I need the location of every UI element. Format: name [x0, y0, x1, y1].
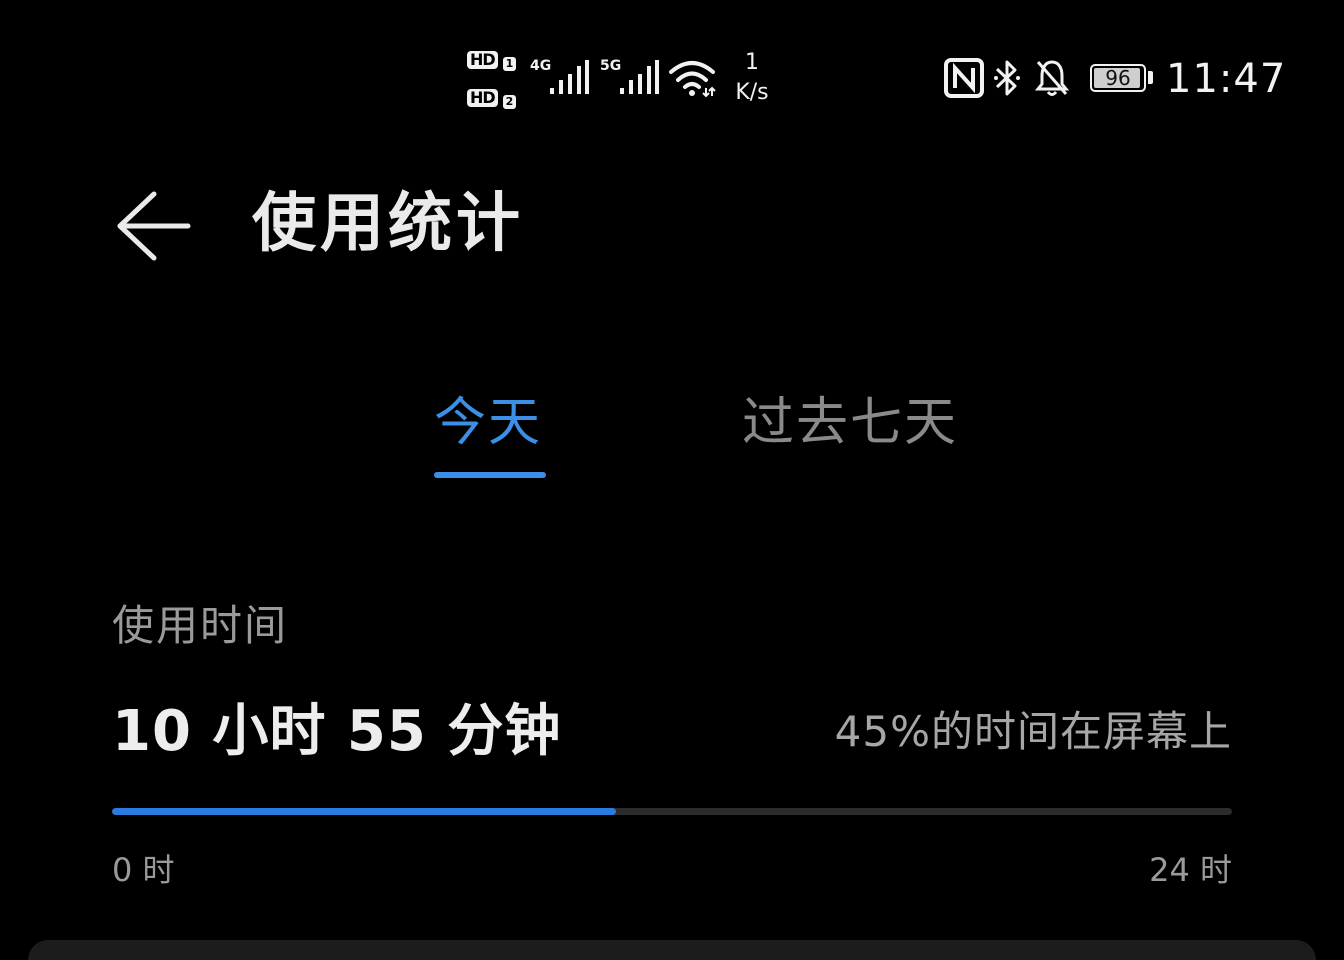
- signal-icon-2: [620, 60, 659, 94]
- hd-badge-2: HD: [467, 89, 498, 107]
- network-speed-value: 1: [745, 50, 759, 75]
- back-button[interactable]: [108, 180, 200, 272]
- tab-past-seven-days[interactable]: 过去七天: [742, 388, 958, 458]
- hd-badge-2-sub: 2: [503, 95, 516, 109]
- usage-progress-fill: [112, 808, 616, 815]
- usage-time-value: 10 小时 55 分钟: [112, 699, 562, 764]
- usage-progress-bar: [112, 808, 1232, 815]
- axis-start-label: 0 时: [112, 851, 175, 889]
- screen-time-percent: 45%的时间在屏幕上: [834, 707, 1232, 756]
- bell-off-icon: [1034, 60, 1070, 96]
- bottom-card-edge: [28, 940, 1316, 960]
- hd-badge-1: HD: [467, 51, 498, 69]
- status-clock: 11:47: [1166, 56, 1287, 102]
- bluetooth-icon: [994, 60, 1020, 96]
- signal-icon: [550, 60, 589, 94]
- wifi-icon: [669, 61, 716, 98]
- battery-tip: [1148, 71, 1153, 84]
- arrow-left-icon: [117, 191, 191, 261]
- usage-stats-screen: HD 1 HD 2 4G 5G 1 K/s 96 11:47 使用统计 今天 过…: [0, 0, 1344, 960]
- network-speed-unit: K/s: [735, 80, 769, 105]
- nfc-icon: [944, 58, 984, 98]
- tab-today[interactable]: 今天: [434, 388, 542, 458]
- hd-badge-1-sub: 1: [503, 57, 516, 71]
- axis-end-label: 24 时: [1149, 851, 1232, 889]
- active-tab-indicator: [434, 472, 546, 478]
- status-bar: HD 1 HD 2 4G 5G 1 K/s 96 11:47: [0, 0, 1344, 150]
- battery-icon: 96: [1090, 64, 1146, 92]
- network-speed: 1 K/s: [726, 48, 778, 108]
- battery-level: 96: [1105, 66, 1131, 90]
- page-title: 使用统计: [252, 187, 524, 261]
- usage-time-label: 使用时间: [112, 601, 289, 650]
